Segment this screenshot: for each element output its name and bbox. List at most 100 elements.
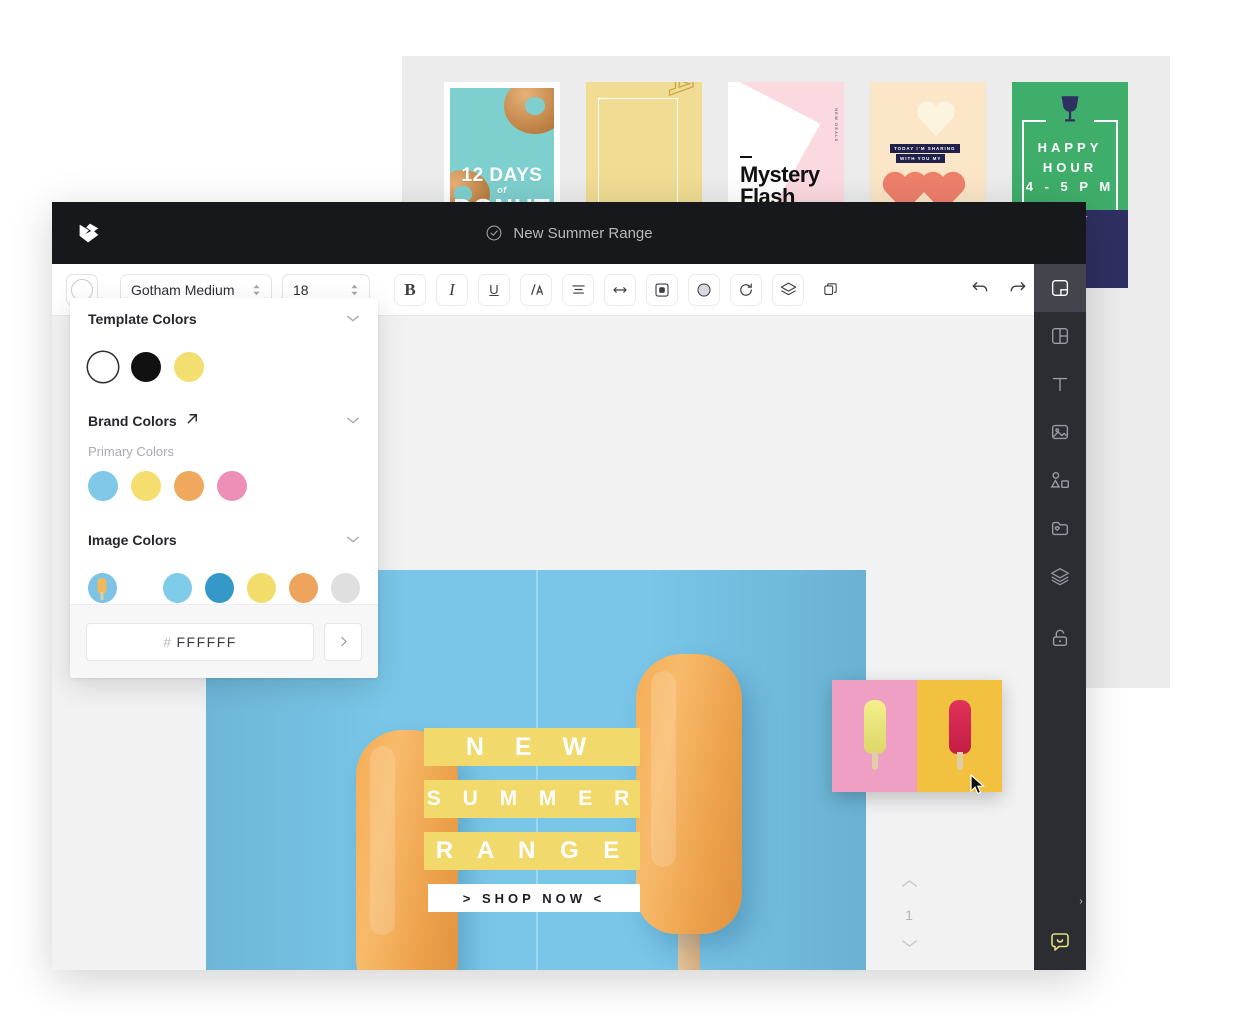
color-picker-panel: Template Colors Brand Colors Primary Col…: [70, 298, 378, 678]
template-color-swatches: [88, 352, 360, 382]
sidebar-item-favorites[interactable]: [1034, 504, 1086, 552]
happy-line-3: 4 - 5 P M: [1025, 179, 1115, 194]
image-color-source-thumbnail[interactable]: [88, 573, 117, 603]
crop-button[interactable]: [646, 273, 678, 306]
redo-button[interactable]: [1008, 277, 1028, 302]
hex-apply-button[interactable]: [324, 622, 362, 661]
rotate-button[interactable]: [730, 273, 762, 306]
swatch-image-4[interactable]: [331, 573, 360, 603]
text-case-button[interactable]: [520, 273, 552, 306]
sidebar-item-templates[interactable]: [1034, 264, 1086, 312]
mystery-line-1: Mystery: [740, 162, 820, 187]
qa-badge: Q&A: [661, 82, 700, 99]
page-down-button[interactable]: [901, 936, 918, 954]
sidebar-item-shapes[interactable]: [1034, 456, 1086, 504]
italic-button[interactable]: I: [436, 273, 468, 306]
external-link-icon[interactable]: [185, 411, 200, 431]
swatch-brand-0[interactable]: [88, 471, 118, 501]
hex-color-value: FFFFFF: [176, 633, 237, 650]
popsicle-red: [948, 700, 971, 770]
align-button[interactable]: [562, 273, 594, 306]
image-icon: [1051, 424, 1069, 440]
layout-grid-icon: [1051, 327, 1069, 345]
sidebar-item-layers[interactable]: [1034, 552, 1086, 600]
document-title-text: New Summer Range: [513, 224, 653, 242]
folder-heart-icon: [1051, 521, 1069, 536]
window-title-bar: New Summer Range: [52, 202, 1086, 264]
swatch-image-3[interactable]: [289, 573, 319, 603]
swatch-image-1[interactable]: [205, 573, 235, 603]
shop-now-button[interactable]: > SHOP NOW <: [428, 884, 640, 912]
page-up-button[interactable]: [901, 876, 918, 894]
text-icon: [1052, 377, 1068, 392]
swatch-brand-3[interactable]: [217, 471, 247, 501]
font-family-value: Gotham Medium: [131, 281, 235, 298]
swatch-brand-2[interactable]: [174, 471, 204, 501]
underline-button[interactable]: U: [478, 273, 510, 306]
popsicle-image-main[interactable]: [636, 654, 742, 970]
mystery-vertical-text: NEW DEALS: [834, 108, 839, 143]
swatch-template-1[interactable]: [131, 352, 161, 382]
primary-colors-label: Primary Colors: [88, 444, 174, 459]
duplicate-button[interactable]: [814, 273, 846, 306]
swatch-template-0[interactable]: [88, 352, 118, 382]
shapes-icon: [1050, 471, 1069, 489]
layers-button[interactable]: [772, 273, 804, 306]
hex-prefix: #: [163, 633, 173, 650]
sidebar-item-text[interactable]: [1034, 360, 1086, 408]
chevron-down-icon[interactable]: [346, 412, 360, 430]
letter-spacing-button[interactable]: [604, 273, 636, 306]
image-colors-section: Image Colors: [70, 519, 378, 603]
sidebar-collapse-handle[interactable]: ›: [1076, 882, 1086, 920]
mystery-dash: [740, 156, 752, 158]
caption-block-range[interactable]: R A N G E: [424, 832, 640, 870]
brand-colors-title: Brand Colors: [88, 413, 177, 429]
caption-block-summer[interactable]: S U M M E R: [424, 780, 640, 818]
sidebar-item-images[interactable]: [1034, 408, 1086, 456]
sidebar-item-layouts[interactable]: [1034, 312, 1086, 360]
sidebar-item-lock[interactable]: [1034, 614, 1086, 662]
caption-block-new[interactable]: N E W: [424, 728, 640, 766]
insta-tag-1: TODAY I'M SHARING: [890, 144, 960, 153]
template-icon: [1051, 279, 1069, 297]
brand-color-swatches: [88, 471, 360, 501]
swatch-template-2[interactable]: [174, 352, 204, 382]
bold-button[interactable]: B: [394, 273, 426, 306]
chevron-updown-icon: [252, 283, 261, 297]
hex-input-row: # FFFFFF: [70, 604, 378, 678]
check-circle-icon: [486, 225, 502, 241]
transparency-button[interactable]: [688, 273, 720, 306]
happy-line-2: HOUR: [1042, 159, 1098, 175]
right-sidebar: [1034, 264, 1086, 970]
help-chat-button[interactable]: [1034, 914, 1086, 970]
brand-logo[interactable]: [74, 218, 104, 248]
editor-window: New Summer Range Gotham Medium 18 B I U …: [52, 202, 1086, 970]
chevron-down-icon[interactable]: [346, 531, 360, 549]
image-color-swatches: [88, 573, 360, 603]
happy-line-1: HAPPY: [1037, 140, 1103, 155]
donut-line-1: 12 DAYS: [461, 165, 543, 186]
chevron-updown-icon: [350, 283, 359, 297]
font-size-value: 18: [293, 281, 309, 298]
brand-colors-section: Brand Colors Primary Colors: [70, 400, 378, 501]
template-colors-section: Template Colors: [70, 298, 378, 382]
swatch-image-0[interactable]: [163, 573, 193, 603]
happy-hour-title: HAPPY HOUR 4 - 5 P M: [1012, 138, 1128, 197]
donut-image: [504, 88, 554, 134]
insta-tag-2: WITH YOU MY: [896, 154, 946, 163]
template-colors-title: Template Colors: [88, 311, 197, 327]
image-colors-title: Image Colors: [88, 532, 177, 548]
swatch-image-2[interactable]: [247, 573, 277, 603]
page-controls: 1: [890, 876, 928, 970]
undo-button[interactable]: [970, 277, 990, 302]
lock-icon: [1052, 629, 1068, 647]
chat-bubble-icon: [1051, 933, 1069, 951]
hex-color-input[interactable]: # FFFFFF: [86, 622, 314, 661]
heart-icon: [916, 98, 956, 138]
document-title: New Summer Range: [52, 202, 1086, 264]
layers-icon: [1051, 568, 1069, 586]
chevron-down-icon[interactable]: [346, 310, 360, 328]
page-number: 1: [905, 907, 913, 923]
swatch-brand-1[interactable]: [131, 471, 161, 501]
popsicle-yellow: [863, 700, 886, 770]
